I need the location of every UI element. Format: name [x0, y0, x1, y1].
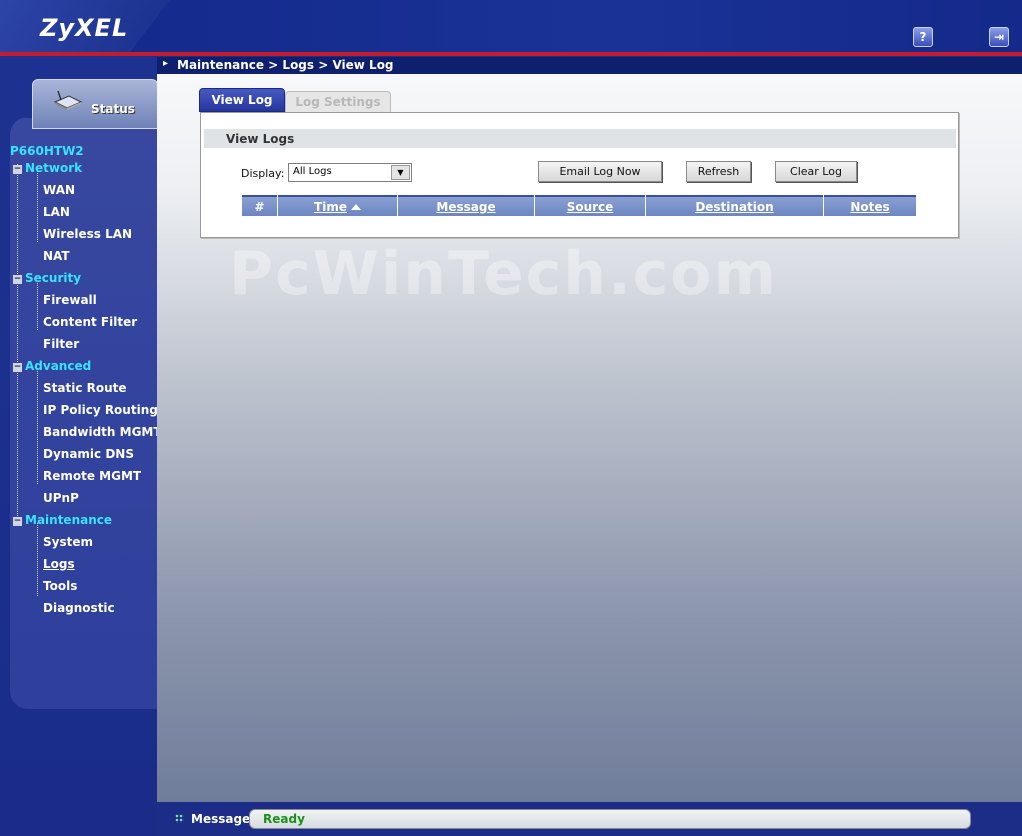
tree-line	[37, 171, 38, 242]
message-value: Ready	[263, 812, 305, 826]
tree-line	[37, 281, 38, 330]
router-icon	[53, 90, 83, 110]
tree-line	[17, 164, 18, 516]
top-banner: ZyXEL ? ⇥	[0, 0, 1022, 52]
sidebar-item-remote-mgmt[interactable]: Remote MGMT	[43, 469, 141, 483]
sidebar-item-bandwidth-mgmt[interactable]: Bandwidth MGMT	[43, 425, 162, 439]
sidebar-item-logs[interactable]: Logs	[43, 557, 75, 571]
display-label: Display:	[241, 167, 285, 180]
tree-line	[37, 369, 38, 484]
tree-line	[37, 523, 38, 596]
status-tab-label: Status	[91, 102, 135, 116]
sidebar-item-system[interactable]: System	[43, 535, 93, 549]
message-label: Message	[191, 812, 251, 826]
sidebar-item-static-route[interactable]: Static Route	[43, 381, 127, 395]
banner-divider	[0, 52, 1022, 56]
sidebar-item-ip-policy-routing[interactable]: IP Policy Routing	[43, 403, 158, 417]
col-source[interactable]: Source	[535, 195, 645, 216]
email-log-now-button[interactable]: Email Log Now	[538, 161, 662, 182]
col-destination[interactable]: Destination	[646, 195, 823, 216]
collapse-icon[interactable]: −	[13, 363, 22, 372]
nav-group-security[interactable]: − Security	[13, 271, 81, 285]
collapse-icon[interactable]: −	[13, 165, 22, 174]
panel-title: View Logs	[204, 129, 956, 148]
breadcrumb-arrow-icon: ▸	[163, 58, 169, 69]
breadcrumb: ▸ Maintenance > Logs > View Log	[157, 57, 1022, 74]
sidebar-item-content-filter[interactable]: Content Filter	[43, 315, 137, 329]
message-box: Ready	[249, 809, 971, 829]
log-table-header: # Time Message Source Destination Notes	[242, 195, 916, 216]
display-select[interactable]: All Logs ▼	[288, 163, 412, 182]
device-name[interactable]: P660HTW2	[10, 144, 84, 158]
sidebar-item-wan[interactable]: WAN	[43, 183, 75, 197]
collapse-icon[interactable]: −	[13, 275, 22, 284]
clear-log-button[interactable]: Clear Log	[775, 161, 857, 182]
zyxel-logo: ZyXEL	[40, 14, 129, 42]
status-bar: Message Ready	[157, 802, 1022, 836]
sort-ascending-icon	[350, 204, 361, 210]
sidebar-item-nat[interactable]: NAT	[43, 249, 70, 263]
col-message[interactable]: Message	[398, 195, 534, 216]
sidebar: Status P660HTW2 − Network WAN LAN Wireles…	[0, 57, 162, 836]
sidebar-item-lan[interactable]: LAN	[43, 205, 70, 219]
sidebar-item-diagnostic[interactable]: Diagnostic	[43, 601, 115, 615]
refresh-button[interactable]: Refresh	[686, 161, 751, 182]
nav-group-advanced[interactable]: − Advanced	[13, 359, 91, 373]
status-tab[interactable]: Status	[32, 79, 158, 129]
logout-icon[interactable]: ⇥	[989, 27, 1009, 47]
watermark: PcWinTech.com	[229, 239, 779, 309]
sidebar-item-upnp[interactable]: UPnP	[43, 491, 79, 505]
view-logs-panel: View Logs Display: All Logs ▼ Email Log …	[200, 112, 959, 238]
col-index: #	[242, 195, 277, 216]
collapse-icon[interactable]: −	[13, 517, 22, 526]
help-icon[interactable]: ?	[913, 27, 933, 47]
tab-view-log[interactable]: View Log	[199, 88, 285, 112]
message-icon	[175, 814, 184, 823]
nav-group-network[interactable]: − Network	[13, 161, 82, 175]
breadcrumb-text: Maintenance > Logs > View Log	[177, 58, 394, 72]
sidebar-item-tools[interactable]: Tools	[43, 579, 77, 593]
display-select-value: All Logs	[293, 166, 332, 177]
sidebar-item-dynamic-dns[interactable]: Dynamic DNS	[43, 447, 134, 461]
col-time[interactable]: Time	[278, 195, 397, 216]
col-notes[interactable]: Notes	[824, 195, 916, 216]
main-content: PcWinTech.com View Log Log Settings View…	[157, 74, 1022, 802]
sidebar-item-firewall[interactable]: Firewall	[43, 293, 97, 307]
sidebar-item-wireless-lan[interactable]: Wireless LAN	[43, 227, 132, 241]
tab-log-settings[interactable]: Log Settings	[285, 91, 391, 113]
nav-group-maintenance[interactable]: − Maintenance	[13, 513, 112, 527]
chevron-down-icon[interactable]: ▼	[391, 165, 410, 180]
sidebar-item-filter[interactable]: Filter	[43, 337, 79, 351]
